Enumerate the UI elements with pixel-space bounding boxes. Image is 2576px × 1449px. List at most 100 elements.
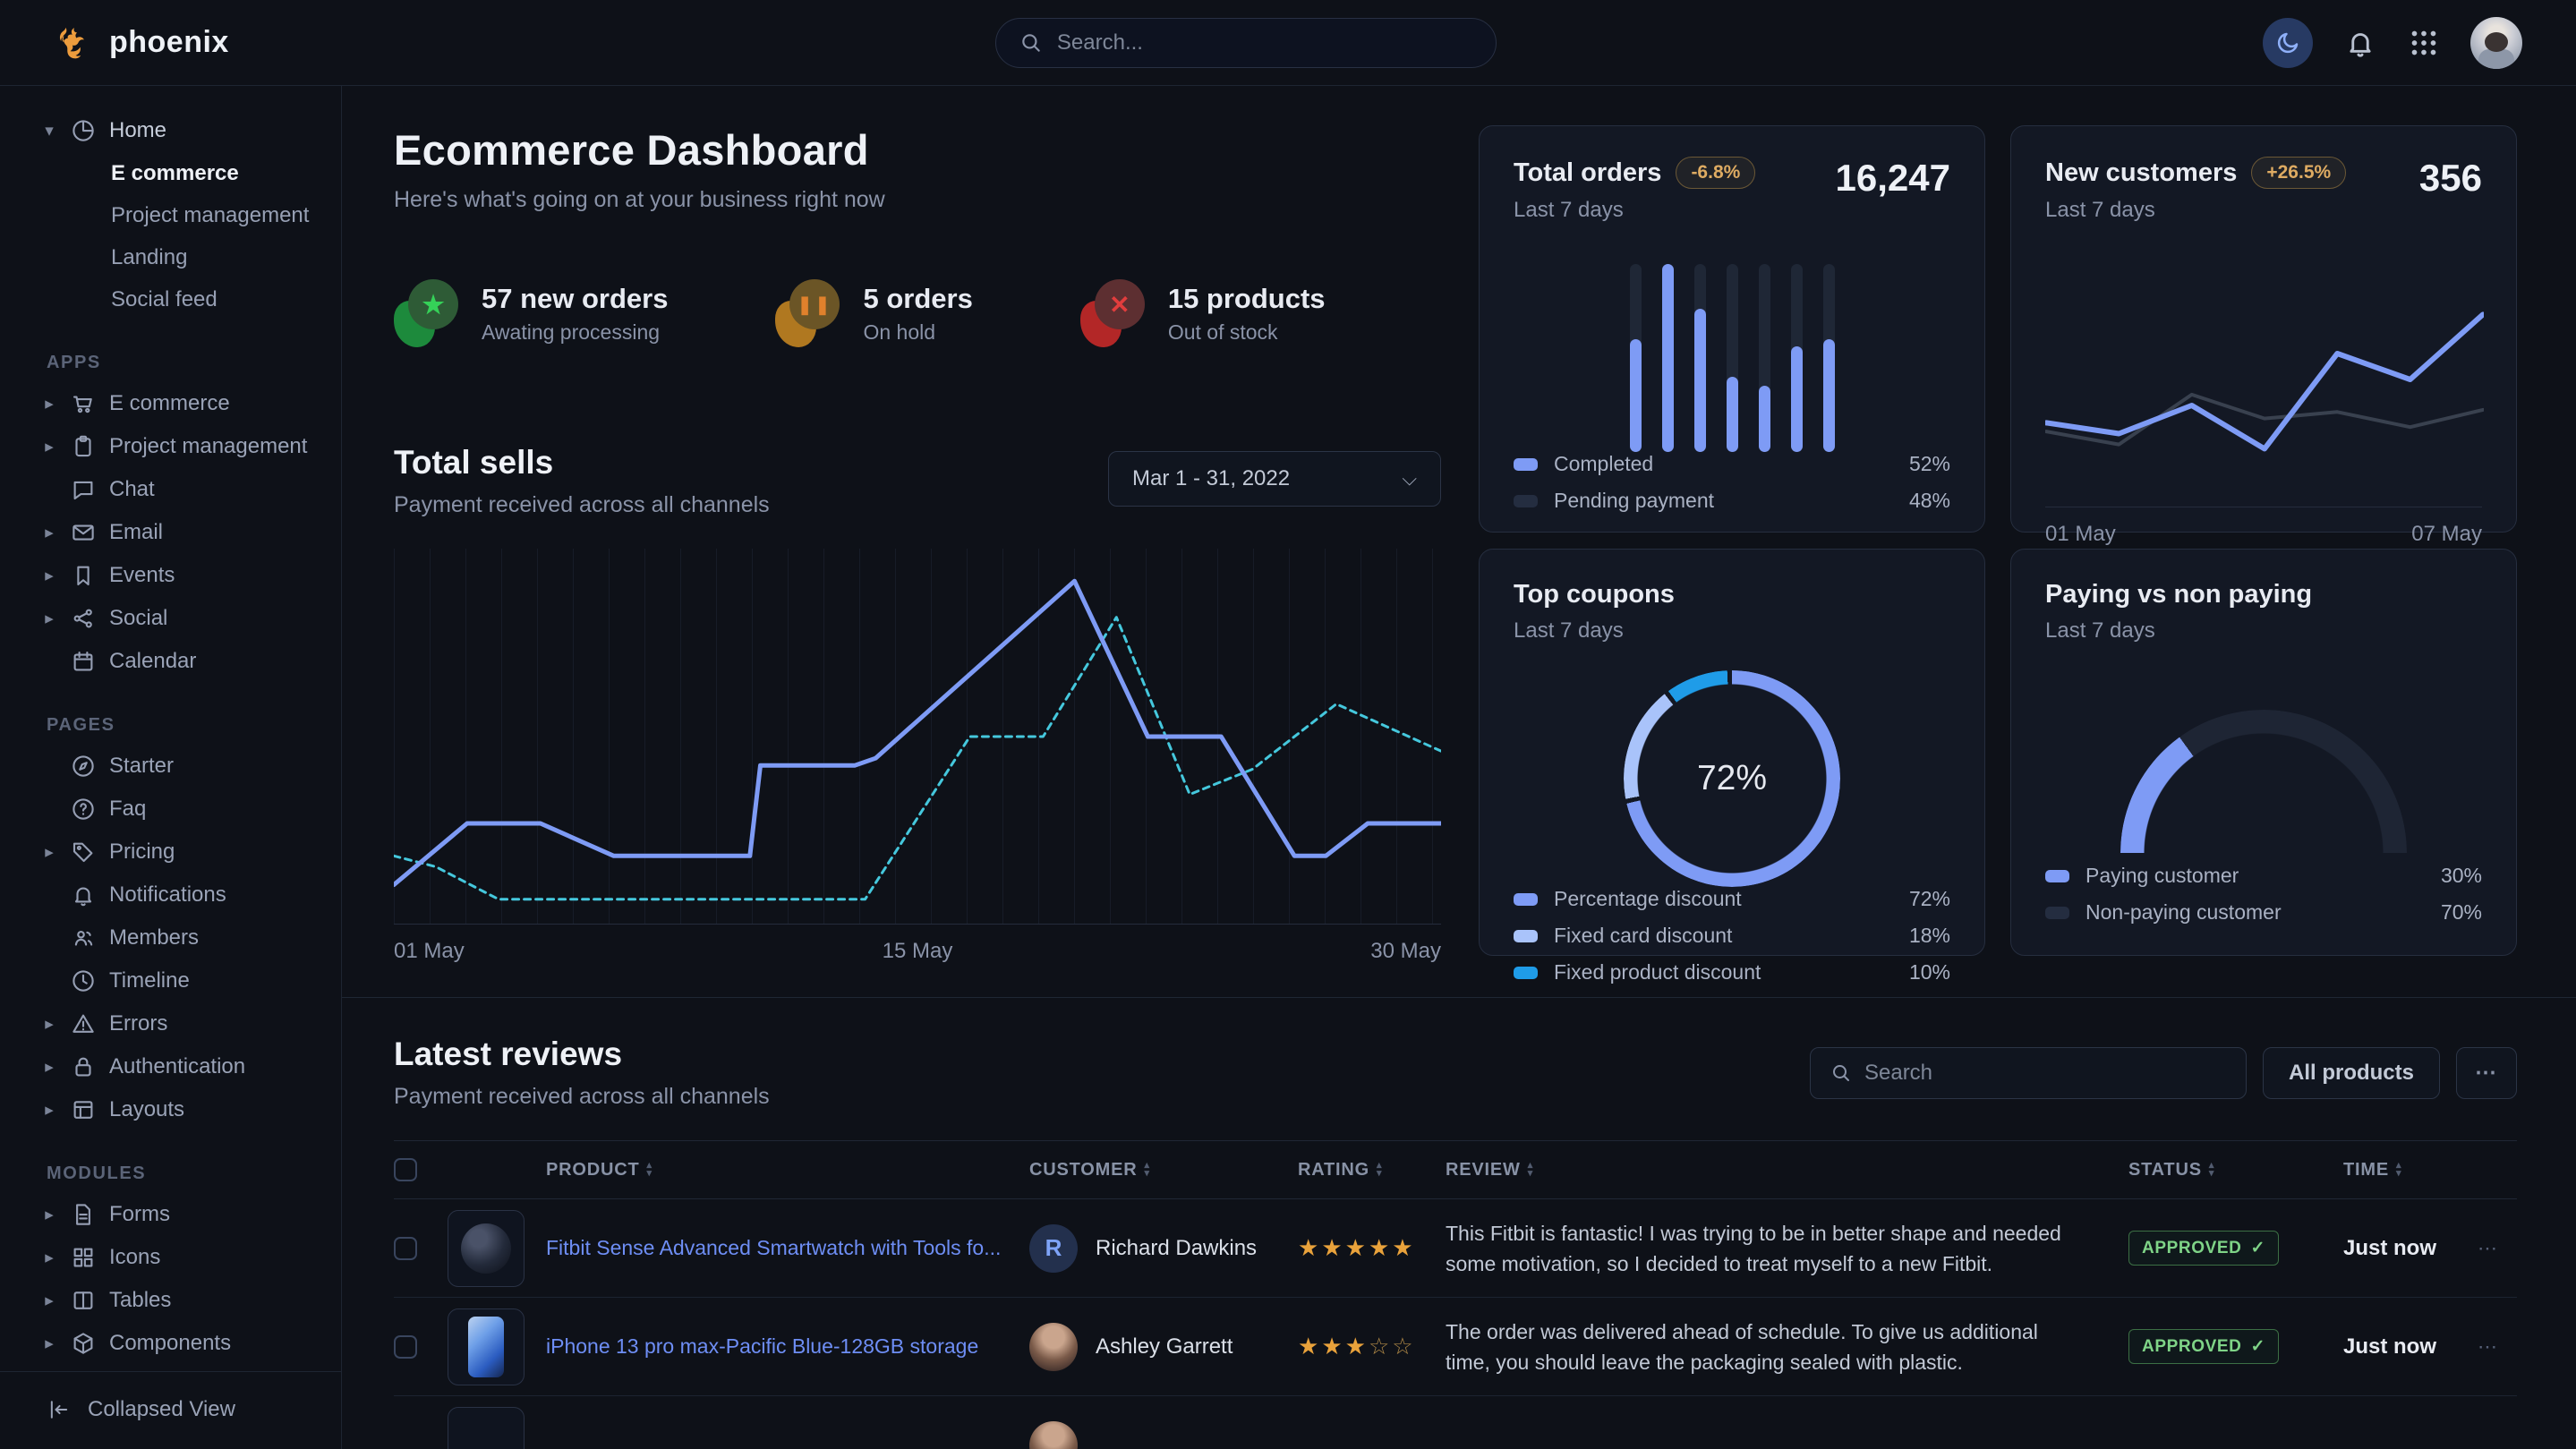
reviews-table: PRODUCT▴▾CUSTOMER▴▾RATING▴▾REVIEW▴▾STATU… [394, 1140, 2517, 1449]
user-avatar[interactable] [2470, 17, 2522, 69]
sidebar-item-e-commerce[interactable]: ▸E commerce [0, 382, 341, 425]
sidebar-subitem-e-commerce[interactable]: E commerce [0, 152, 341, 194]
reviews-more-button[interactable]: ⋯ [2456, 1047, 2517, 1099]
card-title: Total orders [1514, 158, 1661, 188]
phoenix-flame-icon [54, 22, 95, 64]
column-header-status[interactable]: STATUS▴▾ [2128, 1160, 2343, 1181]
sidebar-item-email[interactable]: ▸Email [0, 511, 341, 554]
sidebar-item-label: Faq [109, 797, 146, 822]
chat-icon [70, 476, 97, 503]
sidebar-item-events[interactable]: ▸Events [0, 554, 341, 597]
caret-down-icon: ▾ [41, 121, 57, 141]
top-coupons-donut-chart: 72% [1624, 670, 1840, 887]
sidebar-item-label: Pricing [109, 840, 175, 865]
sort-icon: ▴▾ [647, 1162, 653, 1178]
chevron-down-icon: ⌵ [1402, 467, 1417, 490]
row-actions-button[interactable]: ⋯ [2478, 1335, 2517, 1359]
sidebar-item-faq[interactable]: Faq [0, 788, 341, 831]
row-actions-button[interactable]: ⋯ [2478, 1237, 2517, 1260]
completed-bar [1662, 264, 1674, 452]
column-header-customer[interactable]: CUSTOMER▴▾ [1029, 1160, 1298, 1181]
column-header-review[interactable]: REVIEW▴▾ [1446, 1160, 2128, 1181]
date-range-select[interactable]: Mar 1 - 31, 2022 ⌵ [1108, 451, 1441, 507]
product-link[interactable]: Fitbit Sense Advanced Smartwatch with To… [546, 1236, 1029, 1260]
sidebar-subitem-social-feed[interactable]: Social feed [0, 278, 341, 320]
collapse-left-icon [47, 1397, 72, 1422]
caret-right-icon: ▸ [41, 394, 57, 414]
x-axis-label: 30 May [1370, 939, 1441, 964]
columns-icon [70, 1287, 97, 1314]
legend-item-non-paying-customer: Non-paying customer70% [2045, 900, 2482, 925]
order-bar [1759, 264, 1770, 452]
legend-item-fixed-card-discount: Fixed card discount18% [1514, 924, 1950, 948]
sidebar-item-errors[interactable]: ▸Errors [0, 1002, 341, 1045]
legend-label: Non-paying customer [2086, 900, 2282, 925]
paying-gauge-chart [2120, 710, 2407, 853]
column-header-rating[interactable]: RATING▴▾ [1298, 1160, 1446, 1181]
date-range-value: Mar 1 - 31, 2022 [1132, 466, 1290, 491]
page-title: Ecommerce Dashboard [394, 125, 1441, 175]
apps-grid-button[interactable] [2408, 27, 2440, 59]
sidebar-item-starter[interactable]: Starter [0, 745, 341, 788]
customer-name: Richard Dawkins [1096, 1236, 1257, 1261]
collapse-sidebar-button[interactable]: Collapsed View [0, 1371, 341, 1449]
table-row-partial [394, 1396, 2517, 1449]
legend-value: 30% [2441, 864, 2482, 888]
sidebar-item-notifications[interactable]: Notifications [0, 874, 341, 916]
legend-label: Fixed card discount [1554, 924, 1732, 948]
sidebar-subitem-project-management[interactable]: Project management [0, 194, 341, 236]
card-period: Last 7 days [1514, 198, 1755, 223]
notifications-button[interactable] [2343, 26, 2377, 60]
review-text: The order was delivered ahead of schedul… [1446, 1317, 2128, 1377]
global-search-input[interactable] [1057, 30, 1472, 55]
row-checkbox[interactable] [394, 1335, 417, 1359]
order-bar [1694, 264, 1706, 452]
sidebar-subitem-landing[interactable]: Landing [0, 236, 341, 278]
sidebar-item-pricing[interactable]: ▸Pricing [0, 831, 341, 874]
share-icon [70, 605, 97, 632]
select-all-checkbox[interactable] [394, 1158, 417, 1181]
sidebar-item-icons[interactable]: ▸Icons [0, 1236, 341, 1279]
sidebar-item-authentication[interactable]: ▸Authentication [0, 1045, 341, 1088]
sidebar-item-label: Events [109, 563, 175, 588]
page-subtitle: Here's what's going on at your business … [394, 187, 1441, 213]
column-header-label: RATING [1298, 1160, 1369, 1181]
top-navbar: phoenix [0, 0, 2576, 86]
global-search[interactable] [995, 18, 1497, 68]
legend-swatch [1514, 458, 1538, 471]
sidebar-item-layouts[interactable]: ▸Layouts [0, 1088, 341, 1131]
sort-icon: ▴▾ [1144, 1162, 1149, 1178]
all-products-button[interactable]: All products [2263, 1047, 2440, 1099]
sidebar-item-social[interactable]: ▸Social [0, 597, 341, 640]
sidebar-item-components[interactable]: ▸Components [0, 1322, 341, 1365]
sidebar-item-members[interactable]: Members [0, 916, 341, 959]
sidebar: ▾HomeE commerceProject managementLanding… [0, 86, 342, 1449]
sidebar-item-home[interactable]: ▾Home [0, 109, 341, 152]
brand-name: phoenix [109, 25, 229, 60]
x-axis-label: 07 May [2411, 522, 2482, 547]
brand-logo[interactable]: phoenix [54, 22, 229, 64]
reviews-title: Latest reviews [394, 1036, 770, 1073]
order-bar [1727, 264, 1738, 452]
sidebar-item-label: Icons [109, 1245, 160, 1270]
reviews-search[interactable] [1810, 1047, 2247, 1099]
sidebar-item-project-management[interactable]: ▸Project management [0, 425, 341, 468]
sidebar-item-label: Starter [109, 754, 174, 779]
product-link[interactable]: iPhone 13 pro max-Pacific Blue-128GB sto… [546, 1334, 1029, 1359]
sidebar-item-chat[interactable]: Chat [0, 468, 341, 511]
status-label: APPROVED [2142, 1337, 2241, 1357]
sidebar-item-timeline[interactable]: Timeline [0, 959, 341, 1002]
product-thumbnail [448, 1210, 525, 1287]
top-coupons-legend: Percentage discount72%Fixed card discoun… [1514, 887, 1950, 984]
sidebar-item-tables[interactable]: ▸Tables [0, 1279, 341, 1322]
row-checkbox[interactable] [394, 1237, 417, 1260]
compass-icon [70, 753, 97, 780]
sidebar-item-forms[interactable]: ▸Forms [0, 1193, 341, 1236]
reviews-search-input[interactable] [1864, 1061, 2226, 1086]
column-header-product[interactable]: PRODUCT▴▾ [546, 1160, 1029, 1181]
x-axis-label: 15 May [883, 939, 953, 964]
rating-stars: ★★★★★ [1298, 1234, 1446, 1262]
column-header-time[interactable]: TIME▴▾ [2343, 1160, 2478, 1181]
theme-toggle-button[interactable] [2263, 18, 2313, 68]
sidebar-item-calendar[interactable]: Calendar [0, 640, 341, 683]
